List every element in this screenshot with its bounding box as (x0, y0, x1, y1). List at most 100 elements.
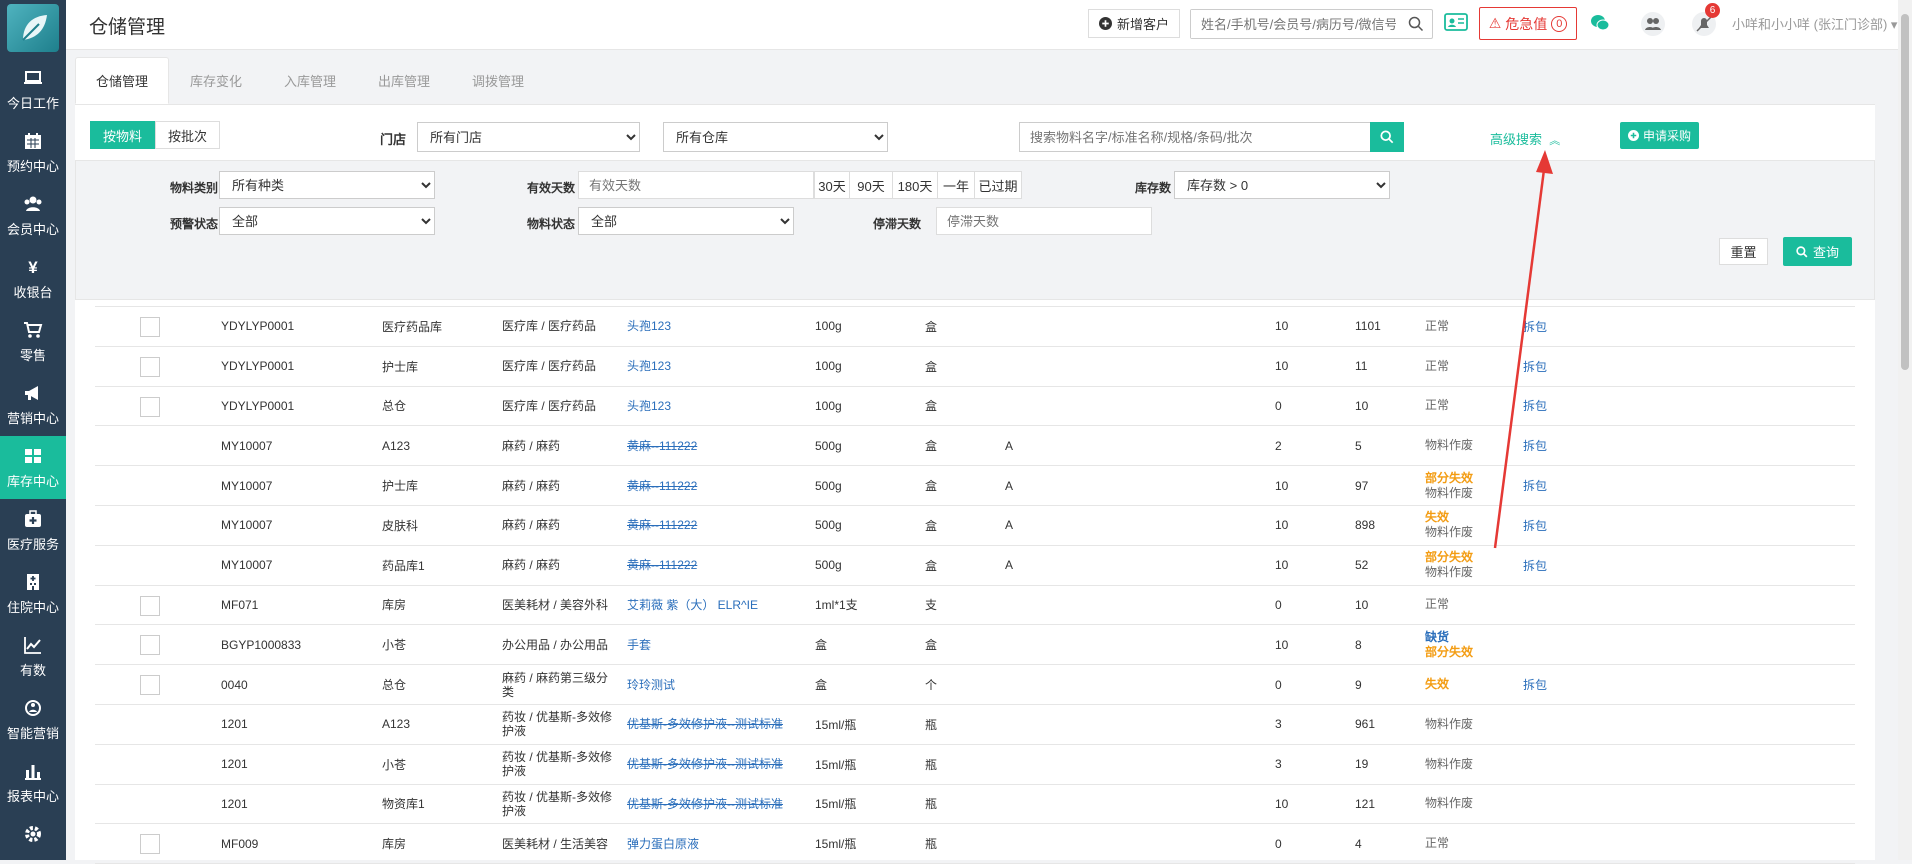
logo[interactable] (7, 4, 59, 52)
material-name[interactable]: 手套 (627, 625, 797, 664)
unpack-link[interactable]: 拆包 (1523, 665, 1547, 704)
sidebar-item-settings[interactable] (0, 814, 66, 854)
page-scrollbar[interactable] (1898, 0, 1912, 860)
material-name[interactable]: 黄麻--111222 (627, 426, 797, 465)
user-menu[interactable]: 小咩和小小咩 (张江门诊部) ▾ (1732, 14, 1897, 33)
sidebar-item-label: 收银台 (13, 284, 53, 300)
unpack-link[interactable]: 拆包 (1523, 466, 1547, 505)
row-checkbox[interactable] (140, 356, 160, 377)
valid-days-quick-button[interactable]: 90天 (849, 171, 893, 199)
advanced-search-toggle[interactable]: 高级搜索 ︽ (1490, 129, 1560, 148)
unpack-link[interactable]: 拆包 (1523, 307, 1547, 346)
material-name-link[interactable]: 优基斯-多效修护液--测试标准 (627, 717, 783, 731)
material-name[interactable]: 头孢123 (627, 307, 797, 346)
material-name-link[interactable]: 艾莉薇 紫（大） ELR^IE (627, 598, 758, 612)
apply-purchase-button[interactable]: 申请采购 (1620, 122, 1699, 149)
sidebar-item[interactable]: 预约中心 (0, 121, 66, 184)
row-checkbox[interactable] (140, 396, 160, 417)
warehouse-name: 物资库1 (382, 797, 425, 812)
material-name-link[interactable]: 头孢123 (627, 359, 671, 373)
critical-value-button[interactable]: ⚠ 危急值 0 (1479, 7, 1577, 40)
reset-button[interactable]: 重置 (1719, 238, 1768, 265)
warehouse-select[interactable]: 所有仓库 (663, 122, 888, 152)
material-search-button[interactable] (1370, 122, 1404, 152)
row-checkbox[interactable] (140, 595, 160, 616)
status-badge: 正常 (1425, 387, 1449, 426)
material-name[interactable]: 优基斯-多效修护液--测试标准 (627, 705, 797, 744)
row-checkbox[interactable] (140, 675, 160, 696)
category-select[interactable]: 所有种类 (219, 171, 435, 199)
tab[interactable]: 入库管理 (263, 57, 357, 104)
material-status-select[interactable]: 全部 (578, 207, 794, 235)
material-name[interactable]: 优基斯-多效修护液--测试标准 (627, 785, 797, 824)
wechat-icon[interactable] (1590, 14, 1610, 32)
scrollbar-thumb[interactable] (1901, 14, 1909, 370)
unpack-link[interactable]: 拆包 (1523, 347, 1547, 386)
tab[interactable]: 调拨管理 (451, 57, 545, 104)
material-name-link[interactable]: 弹力蛋白原液 (627, 837, 699, 851)
material-name[interactable]: 优基斯-多效修护液--测试标准 (627, 745, 797, 784)
material-name[interactable]: 黄麻--111222 (627, 466, 797, 505)
row-checkbox[interactable] (140, 317, 160, 337)
material-name[interactable]: 黄麻--111222 (627, 546, 797, 585)
valid-days-input[interactable] (578, 171, 814, 199)
material-name[interactable]: 黄麻--111222 (627, 506, 797, 545)
material-name[interactable]: 玲玲测试 (627, 665, 797, 704)
material-name-link[interactable]: 优基斯-多效修护液--测试标准 (627, 797, 783, 811)
material-name-link[interactable]: 头孢123 (627, 319, 671, 333)
sidebar-item[interactable]: ¥ 收银台 (0, 247, 66, 310)
tab[interactable]: 仓储管理 (75, 57, 169, 104)
warn-status-select[interactable]: 全部 (219, 207, 435, 235)
search-icon[interactable] (1408, 16, 1424, 32)
sidebar-item[interactable]: 零售 (0, 310, 66, 373)
sidebar-item[interactable]: 报表中心 (0, 751, 66, 814)
sidebar-item[interactable]: 今日工作 (0, 58, 66, 121)
table-row: MF009 库房 医美耗材 / 生活美容 弹力蛋白原液 15ml/瓶 瓶 0 4 正常 (95, 824, 1855, 864)
material-name-link[interactable]: 黄麻--111222 (627, 479, 697, 493)
tab[interactable]: 出库管理 (357, 57, 451, 104)
by-material-toggle[interactable]: 按物料 (90, 121, 156, 149)
id-card-icon[interactable] (1444, 12, 1468, 32)
material-name-link[interactable]: 头孢123 (627, 399, 671, 413)
global-search[interactable] (1190, 9, 1433, 39)
material-name[interactable]: 艾莉薇 紫（大） ELR^IE (627, 586, 797, 625)
material-name-link[interactable]: 黄麻--111222 (627, 558, 697, 572)
sidebar-item[interactable]: 医疗服务 (0, 499, 66, 562)
material-name[interactable]: 头孢123 (627, 387, 797, 426)
store-select[interactable]: 所有门店 (417, 122, 640, 152)
sidebar-item[interactable]: 库存中心 (0, 436, 66, 499)
sidebar-item[interactable]: 有数 (0, 625, 66, 688)
unpack-link[interactable]: 拆包 (1523, 506, 1547, 545)
material-name[interactable]: 头孢123 (627, 347, 797, 386)
global-search-input[interactable] (1191, 10, 1396, 38)
unpack-link[interactable]: 拆包 (1523, 387, 1547, 426)
group-icon[interactable] (1640, 11, 1666, 37)
sidebar-item[interactable]: 智能营销 (0, 688, 66, 751)
tab[interactable]: 库存变化 (169, 57, 263, 104)
sidebar-item[interactable]: 住院中心 (0, 562, 66, 625)
valid-days-quick-button[interactable]: 30天 (814, 171, 850, 199)
material-search[interactable] (1019, 122, 1404, 152)
material-name-link[interactable]: 黄麻--111222 (627, 518, 697, 532)
material-name-link[interactable]: 黄麻--111222 (627, 439, 697, 453)
stock-select[interactable]: 库存数 > 0 (1174, 171, 1390, 199)
sidebar-item[interactable]: 营销中心 (0, 373, 66, 436)
note: A (1005, 518, 1014, 533)
sidebar-item[interactable]: 会员中心 (0, 184, 66, 247)
row-checkbox[interactable] (140, 834, 160, 855)
material-name[interactable]: 弹力蛋白原液 (627, 824, 797, 863)
unpack-link[interactable]: 拆包 (1523, 546, 1547, 585)
new-customer-button[interactable]: 新增客户 (1088, 9, 1180, 38)
material-name-link[interactable]: 手套 (627, 638, 651, 652)
unpack-link[interactable]: 拆包 (1523, 426, 1547, 465)
material-name-link[interactable]: 优基斯-多效修护液--测试标准 (627, 757, 783, 771)
stagnant-days-input[interactable] (936, 207, 1152, 235)
by-batch-toggle[interactable]: 按批次 (155, 121, 221, 149)
material-search-input[interactable] (1020, 123, 1360, 151)
valid-days-quick-button[interactable]: 已过期 (974, 171, 1022, 199)
query-button[interactable]: 查询 (1783, 237, 1852, 266)
row-checkbox[interactable] (140, 635, 160, 656)
valid-days-quick-button[interactable]: 一年 (937, 171, 975, 199)
valid-days-quick-button[interactable]: 180天 (892, 171, 938, 199)
material-name-link[interactable]: 玲玲测试 (627, 678, 675, 692)
